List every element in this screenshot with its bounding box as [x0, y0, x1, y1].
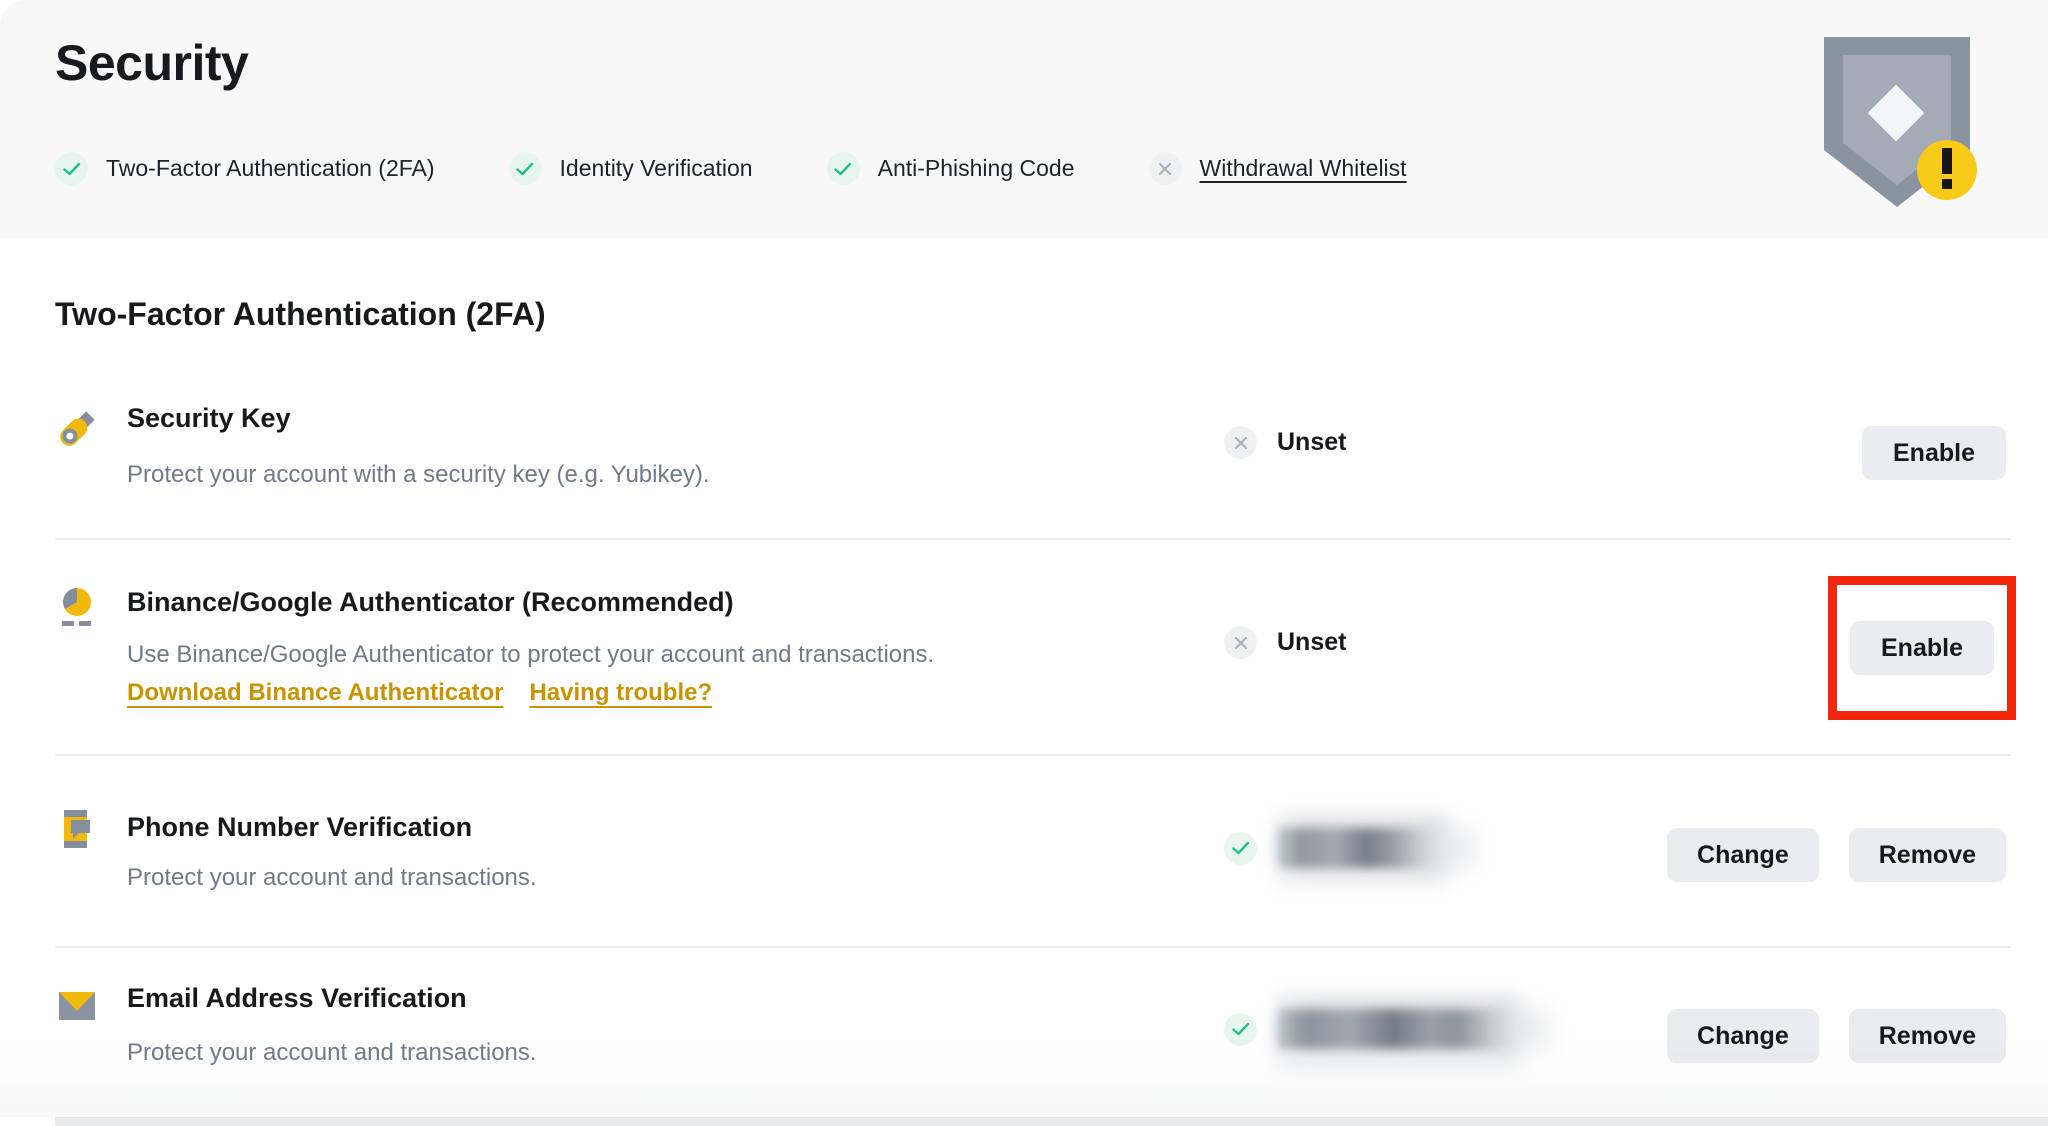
check-circle-icon — [1224, 832, 1257, 865]
status-label: Unset — [1277, 428, 1346, 457]
next-section-edge — [55, 1117, 2048, 1126]
security-status-row: Two-Factor Authentication (2FA) Identity… — [55, 152, 1407, 185]
enable-authenticator-button[interactable]: Enable — [1850, 621, 1994, 675]
x-circle-icon — [1224, 626, 1257, 659]
section-heading-2fa: Two-Factor Authentication (2FA) — [55, 296, 546, 333]
bottom-fade — [0, 1036, 2048, 1117]
enable-security-key-button[interactable]: Enable — [1862, 426, 2006, 480]
authenticator-icon — [55, 585, 99, 629]
download-authenticator-link[interactable]: Download Binance Authenticator — [127, 679, 503, 707]
phone-icon — [55, 808, 99, 852]
status-2fa-label: Two-Factor Authentication (2FA) — [106, 155, 435, 182]
row-title: Phone Number Verification — [127, 812, 472, 843]
phone-status — [1224, 828, 1449, 868]
row-title: Email Address Verification — [127, 983, 467, 1014]
page-title: Security — [55, 34, 248, 92]
row-title: Security Key — [127, 403, 291, 434]
security-key-status: Unset — [1224, 426, 1346, 459]
having-trouble-link[interactable]: Having trouble? — [529, 679, 712, 707]
remove-phone-button[interactable]: Remove — [1849, 828, 2006, 882]
change-phone-button[interactable]: Change — [1667, 828, 1819, 882]
withdrawal-whitelist-link[interactable]: Withdrawal Whitelist — [1200, 155, 1407, 182]
row-description: Protect your account with a security key… — [127, 461, 710, 489]
divider — [55, 754, 2011, 756]
status-label: Unset — [1277, 628, 1346, 657]
x-circle-icon — [1224, 426, 1257, 459]
highlight-box: Enable — [1828, 576, 2016, 720]
row-title: Binance/Google Authenticator (Recommende… — [127, 587, 734, 618]
security-shield-icon — [1823, 35, 1983, 213]
divider — [55, 946, 2011, 948]
x-circle-icon — [1149, 152, 1182, 185]
redacted-phone-number — [1277, 828, 1449, 868]
status-2fa: Two-Factor Authentication (2FA) — [55, 152, 435, 185]
status-identity-verification: Identity Verification — [509, 152, 753, 185]
security-key-icon — [55, 407, 99, 451]
authenticator-status: Unset — [1224, 626, 1346, 659]
security-header: Security Two-Factor Authentication (2FA)… — [0, 0, 2048, 238]
row-links: Download Binance Authenticator Having tr… — [127, 679, 712, 707]
security-page: Security Two-Factor Authentication (2FA)… — [0, 0, 2048, 1126]
status-anti-phishing-label: Anti-Phishing Code — [878, 155, 1075, 182]
divider — [55, 538, 2011, 540]
row-phone-verification: Phone Number Verification Protect your a… — [55, 800, 2006, 946]
row-security-key: Security Key Protect your account with a… — [55, 405, 2006, 539]
status-identity-label: Identity Verification — [560, 155, 753, 182]
check-circle-icon — [827, 152, 860, 185]
check-circle-icon — [55, 152, 88, 185]
check-circle-icon — [509, 152, 542, 185]
email-icon — [55, 985, 99, 1029]
row-authenticator: Binance/Google Authenticator (Recommende… — [55, 585, 2006, 755]
status-withdrawal-whitelist[interactable]: Withdrawal Whitelist — [1149, 152, 1407, 185]
row-description: Protect your account and transactions. — [127, 864, 537, 892]
status-anti-phishing: Anti-Phishing Code — [827, 152, 1075, 185]
row-description: Use Binance/Google Authenticator to prot… — [127, 641, 934, 669]
